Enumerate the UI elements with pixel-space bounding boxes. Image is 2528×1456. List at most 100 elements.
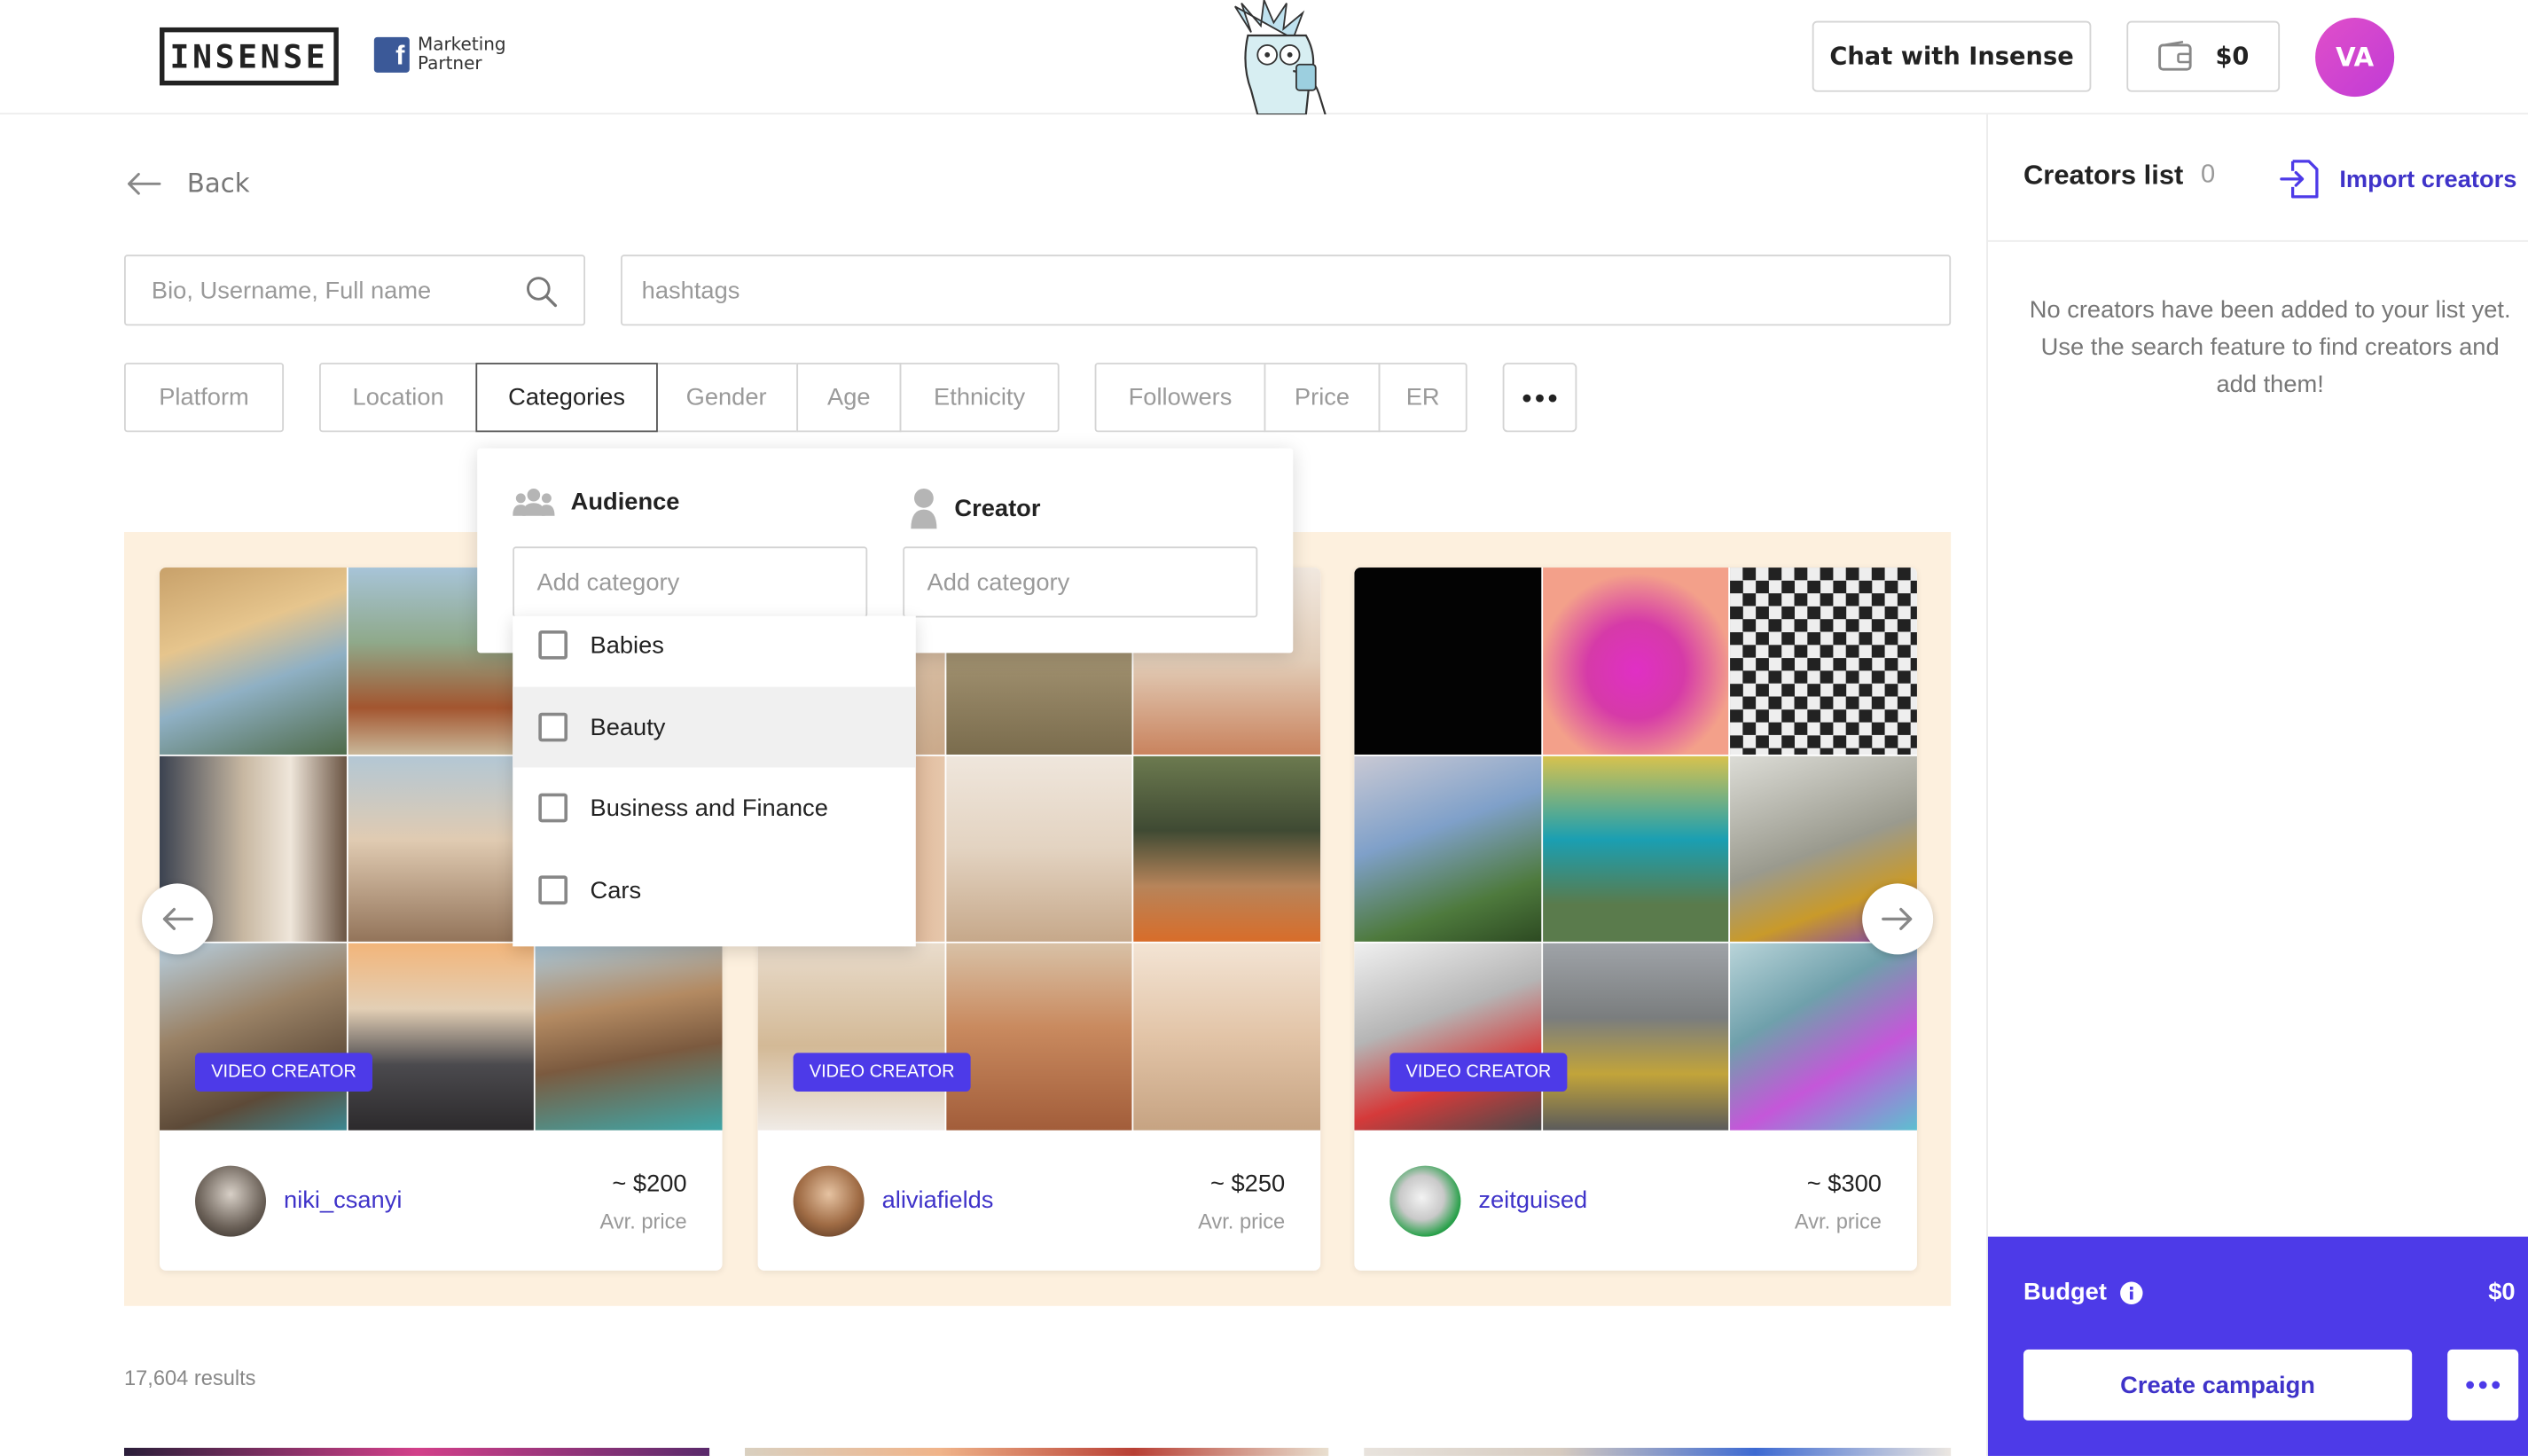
user-avatar[interactable]: VA [2315,18,2395,98]
portfolio-image [160,568,347,755]
creator-icon [911,488,937,529]
category-options-dropdown: Babies Beauty Business and Finance Cars [513,615,916,947]
partner-line-2: Partner [417,53,482,74]
import-creators-button[interactable]: Import creators [2278,156,2516,201]
creator-portfolio-grid[interactable] [1354,568,1917,1131]
filter-ethnicity[interactable]: Ethnicity [899,363,1060,433]
arrow-right-icon [1882,907,1913,930]
creators-list-title: Creators list [2023,160,2184,191]
portfolio-image [1133,943,1321,1131]
creator-category-input[interactable] [904,548,1256,616]
portfolio-image [1730,943,1917,1131]
wallet-button[interactable]: $0 [2126,20,2281,92]
creators-list-header: Creators list 0 Import creators [1987,114,2528,242]
filter-categories[interactable]: Categories [475,363,658,433]
portfolio-image [1542,568,1729,755]
portfolio-image [757,943,944,1131]
portfolio-image [1542,943,1729,1131]
video-creator-badge: VIDEO CREATOR [195,1053,373,1092]
creator-price: ~ $200 [612,1170,687,1198]
price-label: Avr. price [599,1209,687,1233]
checkbox[interactable] [538,793,568,823]
filter-platform[interactable]: Platform [124,363,285,433]
portfolio-image [536,943,723,1131]
result-card-preview[interactable] [745,1447,1329,1456]
arrow-left-icon [162,907,194,930]
carousel-prev-button[interactable] [142,883,214,955]
creator-avatar[interactable] [793,1165,865,1237]
hashtags-field[interactable] [621,254,1952,326]
option-label: Cars [590,876,642,904]
portfolio-image [1354,943,1541,1131]
chat-with-insense-button[interactable]: Chat with Insense [1812,20,2092,92]
budget-value: $0 [2488,1278,2516,1306]
import-creators-label: Import creators [2339,165,2517,193]
category-option-cars[interactable]: Cars [513,849,916,930]
name-search-input[interactable] [125,256,584,325]
search-icon[interactable] [526,276,558,308]
category-option-babies[interactable]: Babies [513,605,916,685]
creator-title: Creator [954,494,1041,522]
creator-avatar[interactable] [195,1165,267,1237]
more-horizontal-icon [2466,1381,2501,1389]
info-icon[interactable] [2119,1280,2142,1304]
budget-more-button[interactable] [2447,1349,2519,1421]
more-horizontal-icon [1522,393,1557,402]
budget-label-group: Budget [2023,1279,2142,1306]
creator-price: ~ $250 [1210,1170,1286,1198]
portfolio-image [1542,755,1729,943]
carousel-next-button[interactable] [1862,883,1934,955]
portfolio-image [1133,755,1321,943]
facebook-icon: f [373,36,410,73]
price-label: Avr. price [1794,1209,1882,1233]
creator-username[interactable]: zeitguised [1478,1186,1587,1214]
filter-er[interactable]: ER [1378,363,1467,433]
option-label: Babies [590,630,664,659]
top-header: INSENSE f Marketing Partner Chat with In… [0,0,2528,115]
mascot-illustration [1234,0,1327,115]
portfolio-image [348,755,535,943]
import-icon [2280,160,2319,199]
create-campaign-button[interactable]: Create campaign [2023,1349,2413,1421]
result-card-preview[interactable] [124,1447,710,1456]
filter-location[interactable]: Location [319,363,478,433]
filter-followers[interactable]: Followers [1094,363,1266,433]
price-label: Avr. price [1198,1209,1286,1233]
wallet-balance: $0 [2215,42,2250,72]
filter-price[interactable]: Price [1264,363,1381,433]
checkbox[interactable] [538,875,568,905]
creator-category-field[interactable] [903,546,1258,618]
creator-username[interactable]: niki_csanyi [284,1186,402,1214]
name-search-field[interactable] [124,254,586,326]
filter-age[interactable]: Age [796,363,902,433]
category-option-business-finance[interactable]: Business and Finance [513,768,916,849]
creator-price: ~ $300 [1806,1170,1882,1198]
option-label: Beauty [590,713,666,741]
video-creator-badge: VIDEO CREATOR [1389,1053,1568,1092]
checkbox[interactable] [538,630,568,660]
checkbox[interactable] [538,712,568,742]
category-option-beauty[interactable]: Beauty [513,686,916,768]
portfolio-image [348,943,535,1131]
partner-line-1: Marketing [417,34,506,55]
creator-avatar[interactable] [1389,1165,1461,1237]
portfolio-image [160,943,347,1131]
option-label: Business and Finance [590,794,828,822]
filter-gender[interactable]: Gender [656,363,799,433]
back-link[interactable]: Back [126,168,250,199]
empty-list-message: No creators have been added to your list… [2029,296,2511,399]
more-filters-button[interactable] [1502,363,1577,433]
back-label: Back [186,168,250,199]
marketing-partner-label: Marketing Partner [418,35,514,74]
budget-label: Budget [2023,1278,2107,1306]
wallet-icon [2158,41,2192,71]
budget-panel: Budget $0 Create campaign [1987,1236,2528,1456]
portfolio-image [1730,568,1917,755]
result-card-preview[interactable] [1364,1447,1952,1456]
insense-logo[interactable]: INSENSE [160,27,339,86]
creator-card[interactable]: VIDEO CREATOR zeitguised ~ $300 Avr. pri… [1354,568,1917,1271]
portfolio-image [945,943,1133,1131]
creator-username[interactable]: aliviafields [882,1186,994,1214]
hashtags-input[interactable] [622,256,1950,325]
creator-header: Creator [910,487,1041,529]
